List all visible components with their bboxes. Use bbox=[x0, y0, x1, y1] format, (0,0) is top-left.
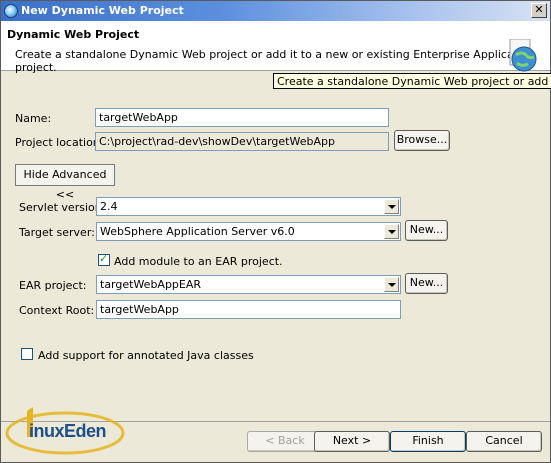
target-server-select[interactable]: WebSphere Application Server v6.0 bbox=[96, 222, 401, 241]
finish-button[interactable]: Finish bbox=[390, 431, 466, 452]
tooltip: Create a standalone Dynamic Web project … bbox=[273, 73, 551, 89]
close-button[interactable]: ✕ bbox=[531, 3, 547, 18]
next-button[interactable]: Next > bbox=[314, 431, 390, 452]
annotated-classes-label: Add support for annotated Java classes bbox=[38, 349, 254, 362]
cancel-button[interactable]: Cancel bbox=[466, 431, 542, 452]
chevron-down-icon[interactable] bbox=[384, 277, 399, 292]
new-ear-button[interactable]: New... bbox=[405, 273, 448, 294]
location-label: Project location: bbox=[15, 136, 104, 149]
target-server-label: Target server: bbox=[19, 226, 95, 239]
globe-icon bbox=[509, 39, 537, 72]
servlet-version-label: Servlet version: bbox=[19, 201, 106, 214]
location-input[interactable]: C:\project\rad-dev\showDev\targetWebApp bbox=[95, 132, 389, 151]
add-ear-checkbox[interactable] bbox=[98, 252, 110, 266]
new-server-button[interactable]: New... bbox=[405, 220, 448, 241]
context-root-label: Context Root: bbox=[19, 304, 95, 317]
linuxeden-logo: inuxEden bbox=[5, 403, 141, 459]
context-root-input[interactable]: targetWebApp bbox=[96, 300, 401, 319]
target-server-value: WebSphere Application Server v6.0 bbox=[100, 225, 295, 238]
browse-button[interactable]: Browse... bbox=[394, 130, 450, 151]
dialog-window: New Dynamic Web Project ✕ Dynamic Web Pr… bbox=[0, 0, 551, 463]
servlet-version-select[interactable]: 2.4 bbox=[96, 197, 401, 216]
ear-project-value: targetWebAppEAR bbox=[100, 278, 202, 291]
chevron-down-icon[interactable] bbox=[384, 224, 399, 239]
app-icon bbox=[4, 4, 18, 18]
page-title: Dynamic Web Project bbox=[7, 28, 140, 41]
add-ear-label: Add module to an EAR project. bbox=[114, 255, 283, 268]
ear-project-select[interactable]: targetWebAppEAR bbox=[96, 275, 401, 294]
hide-advanced-button[interactable]: Hide Advanced << bbox=[15, 164, 115, 201]
window-title: New Dynamic Web Project bbox=[21, 4, 184, 17]
watermark-text: inuxEden bbox=[29, 421, 107, 441]
servlet-version-value: 2.4 bbox=[100, 200, 118, 213]
annotated-classes-checkbox[interactable] bbox=[21, 348, 33, 360]
wizard-header: Dynamic Web Project Create a standalone … bbox=[1, 21, 550, 74]
title-bar[interactable]: New Dynamic Web Project ✕ bbox=[1, 1, 550, 21]
ear-project-label: EAR project: bbox=[19, 279, 87, 292]
name-label: Name: bbox=[15, 112, 52, 125]
page-description: Create a standalone Dynamic Web project … bbox=[15, 48, 535, 74]
chevron-down-icon[interactable] bbox=[384, 199, 399, 214]
name-input[interactable]: targetWebApp bbox=[95, 108, 389, 127]
back-button[interactable]: < Back bbox=[247, 431, 323, 452]
